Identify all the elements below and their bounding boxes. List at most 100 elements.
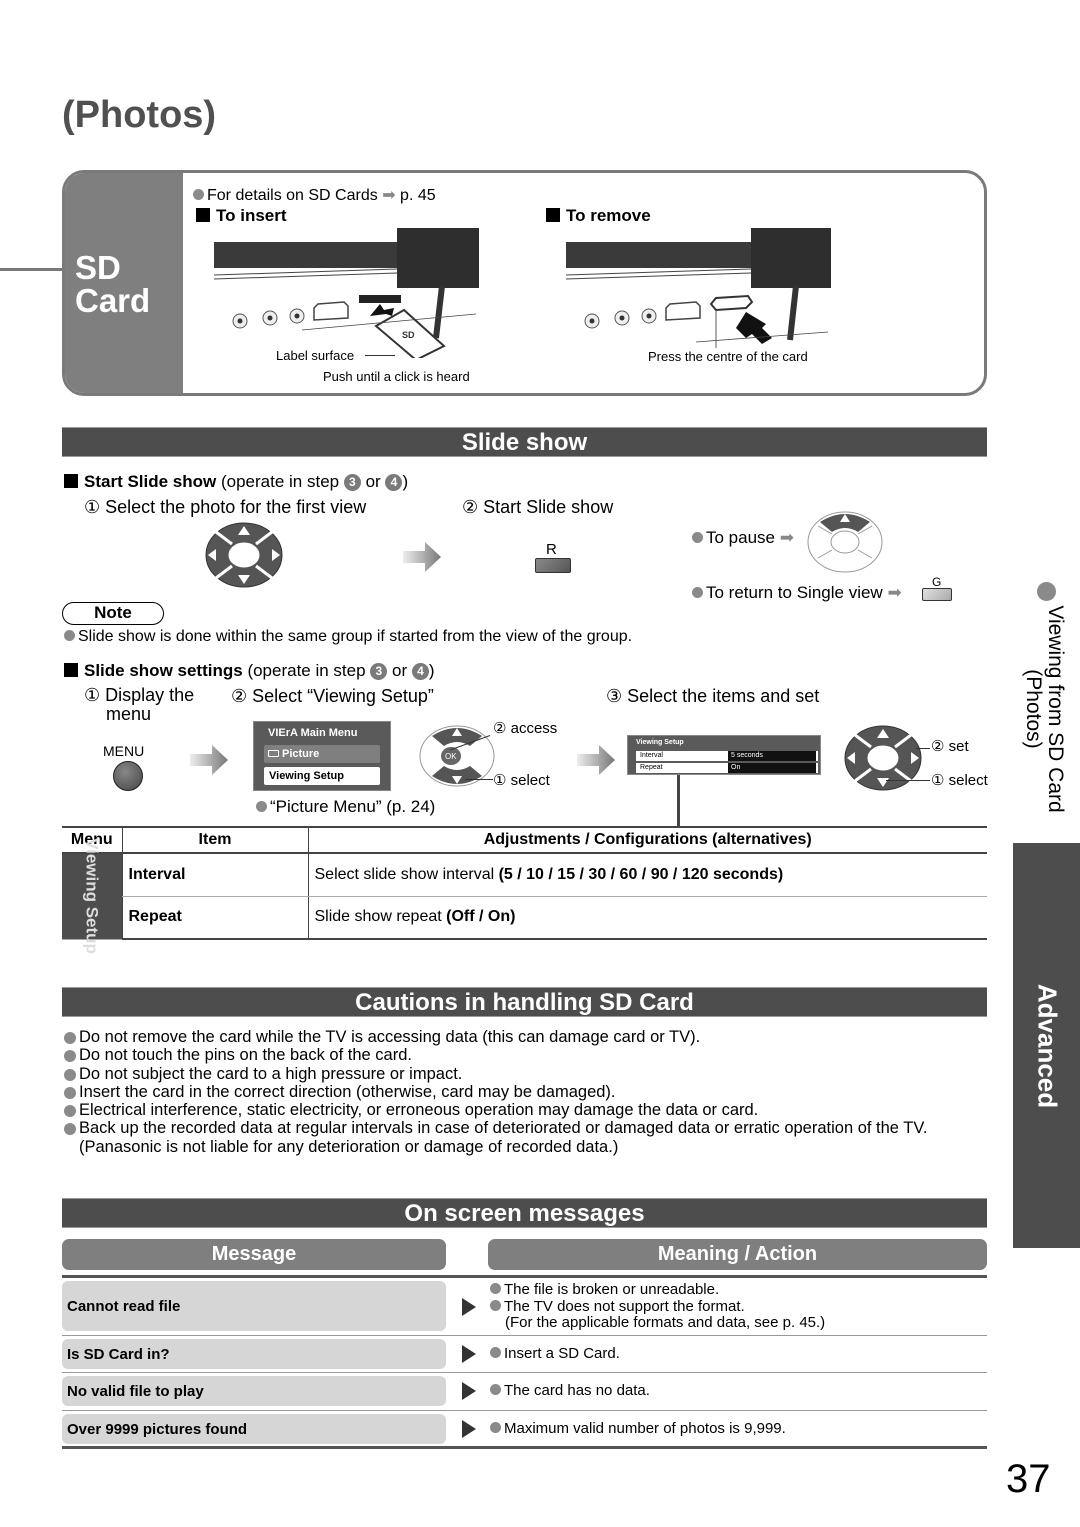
side-tab-viewing[interactable]: Viewing from SD Card (Photos): [1014, 578, 1074, 840]
bullet-icon: [193, 189, 204, 200]
g-button-label: G: [932, 575, 942, 589]
divider: [62, 1335, 987, 1336]
divider: [62, 1372, 987, 1373]
next-step-arrow-icon: [577, 745, 615, 775]
list-item: Insert the card in the correct direction…: [64, 1083, 989, 1101]
bullet-icon: [692, 587, 703, 598]
square-bullet-icon: [64, 663, 78, 677]
meaning-text: Maximum valid number of photos is 9,999.: [490, 1420, 786, 1438]
av-jack-icon: [289, 308, 305, 324]
dpad-set-icon[interactable]: [843, 725, 923, 791]
leader-line: [365, 355, 395, 356]
bullet-icon: [490, 1299, 501, 1311]
select-label-2: ① select: [931, 772, 988, 789]
av-jack-icon: [614, 310, 630, 326]
message-over-9999: Over 9999 pictures found: [62, 1414, 446, 1444]
bullet-icon: [490, 1283, 501, 1294]
step-3-icon: 3: [370, 663, 388, 680]
arrow-right-icon: ➡: [887, 583, 902, 602]
slide-show-section-bar: Slide show: [62, 427, 987, 457]
picture-menu-ref: “Picture Menu” (p. 24): [256, 797, 435, 817]
triangle-right-icon: [462, 1382, 476, 1400]
sd-label-line1: SD: [75, 249, 121, 286]
select-label: ① select: [493, 772, 550, 789]
menu-item-viewing-setup[interactable]: Viewing Setup: [264, 767, 380, 785]
arrow-right-icon: ➡: [382, 187, 396, 204]
details-page-link[interactable]: p. 45: [400, 187, 436, 204]
slide-show-settings-heading: Slide show settings (operate in step 3 o…: [64, 661, 435, 681]
divider: [62, 1446, 987, 1449]
push-arrow-icon: [370, 304, 394, 316]
settings-step3: ③ Select the items and set: [606, 686, 820, 706]
divider: [62, 1275, 987, 1278]
menu-button-label: MENU: [103, 743, 145, 759]
av-jack-icon: [641, 308, 657, 324]
step-3-icon: 3: [343, 474, 361, 491]
item-cell: Interval: [121, 853, 308, 897]
menu-group-cell: Viewing Setup: [62, 838, 122, 954]
set-label: ② set: [931, 738, 969, 755]
page-title: (Photos): [62, 94, 217, 136]
menu-item-picture[interactable]: Picture: [264, 745, 380, 763]
col-header-item: Item: [121, 826, 308, 854]
messages-section-bar: On screen messages: [62, 1198, 987, 1228]
sd-details-note: For details on SD Cards ➡ p. 45: [193, 185, 436, 205]
square-bullet-icon: [64, 474, 78, 488]
bullet-icon: [490, 1347, 501, 1358]
start-step2: ② Start Slide show: [462, 497, 614, 517]
av-jack-icon: [262, 310, 278, 326]
arrow-right-icon: ➡: [779, 528, 794, 547]
triangle-right-icon: [462, 1345, 476, 1363]
bullet-icon: [692, 532, 703, 543]
press-arrow-icon: [736, 312, 772, 344]
push-caption: Push until a click is heard: [323, 369, 470, 384]
sd-slot-icon: [359, 295, 401, 303]
leader-line: [916, 748, 930, 749]
dpad-icon[interactable]: [204, 522, 284, 588]
adjustment-cell: Select slide show interval (5 / 10 / 15 …: [307, 853, 987, 897]
green-button-icon[interactable]: [922, 588, 952, 601]
sd-insert-illustration: SD: [214, 228, 479, 358]
item-cell: Repeat: [121, 896, 308, 940]
bullet-icon: [490, 1422, 501, 1433]
av-jack-icon: [584, 313, 600, 329]
side-tab-advanced[interactable]: Advanced: [1013, 843, 1080, 1248]
to-return-note: To return to Single view ➡: [692, 583, 902, 603]
bullet-icon: [64, 630, 75, 641]
next-step-arrow-icon: [403, 542, 441, 572]
sd-card-tab-label: SD Card: [75, 251, 150, 317]
settings-step1: ① Display the menu: [84, 685, 195, 724]
divider: [62, 1410, 987, 1411]
red-button-icon[interactable]: [535, 558, 571, 573]
menu-button-icon[interactable]: [113, 761, 143, 791]
message-cannot-read-file: Cannot read file: [62, 1281, 446, 1331]
sd-tab-connector-line: [0, 268, 64, 271]
square-bullet-icon: [546, 208, 560, 222]
start-slide-show-heading: Start Slide show (operate in step 3 or 4…: [64, 472, 408, 492]
settings-step2: ② Select “Viewing Setup”: [231, 686, 434, 706]
page-number: 37: [1006, 1457, 1051, 1501]
sd-card-icon: [709, 294, 754, 312]
cautions-list: Do not remove the card while the TV is a…: [64, 1028, 989, 1156]
meaning-text: The file is broken or unreadable. The TV…: [490, 1281, 825, 1332]
adjustment-cell: Slide show repeat (Off / On): [307, 896, 987, 940]
table-row: Viewing Setup Interval Select slide show…: [62, 838, 987, 954]
message-is-sd-card-in: Is SD Card in?: [62, 1339, 446, 1369]
callout-line: [677, 775, 680, 827]
press-centre-caption: Press the centre of the card: [648, 349, 808, 364]
osd-row-repeat[interactable]: Repeat On: [636, 763, 818, 773]
triangle-right-icon: [462, 1298, 476, 1316]
step-4-icon: 4: [411, 663, 429, 680]
bullet-icon: [490, 1384, 501, 1395]
osd-row-interval[interactable]: Interval 5 seconds: [636, 751, 818, 761]
viera-logo: VIErA: [268, 727, 298, 739]
to-remove-heading: To remove: [546, 206, 651, 226]
triangle-right-icon: [462, 1420, 476, 1438]
list-item: Back up the recorded data at regular int…: [64, 1119, 989, 1156]
list-item: Do not remove the card while the TV is a…: [64, 1028, 989, 1046]
dpad-up-pause-icon[interactable]: [806, 510, 884, 574]
access-label: ② access: [493, 720, 558, 737]
note-badge: Note: [62, 602, 164, 625]
meaning-text: Insert a SD Card.: [490, 1345, 620, 1363]
note-text: Slide show is done within the same group…: [64, 628, 632, 646]
